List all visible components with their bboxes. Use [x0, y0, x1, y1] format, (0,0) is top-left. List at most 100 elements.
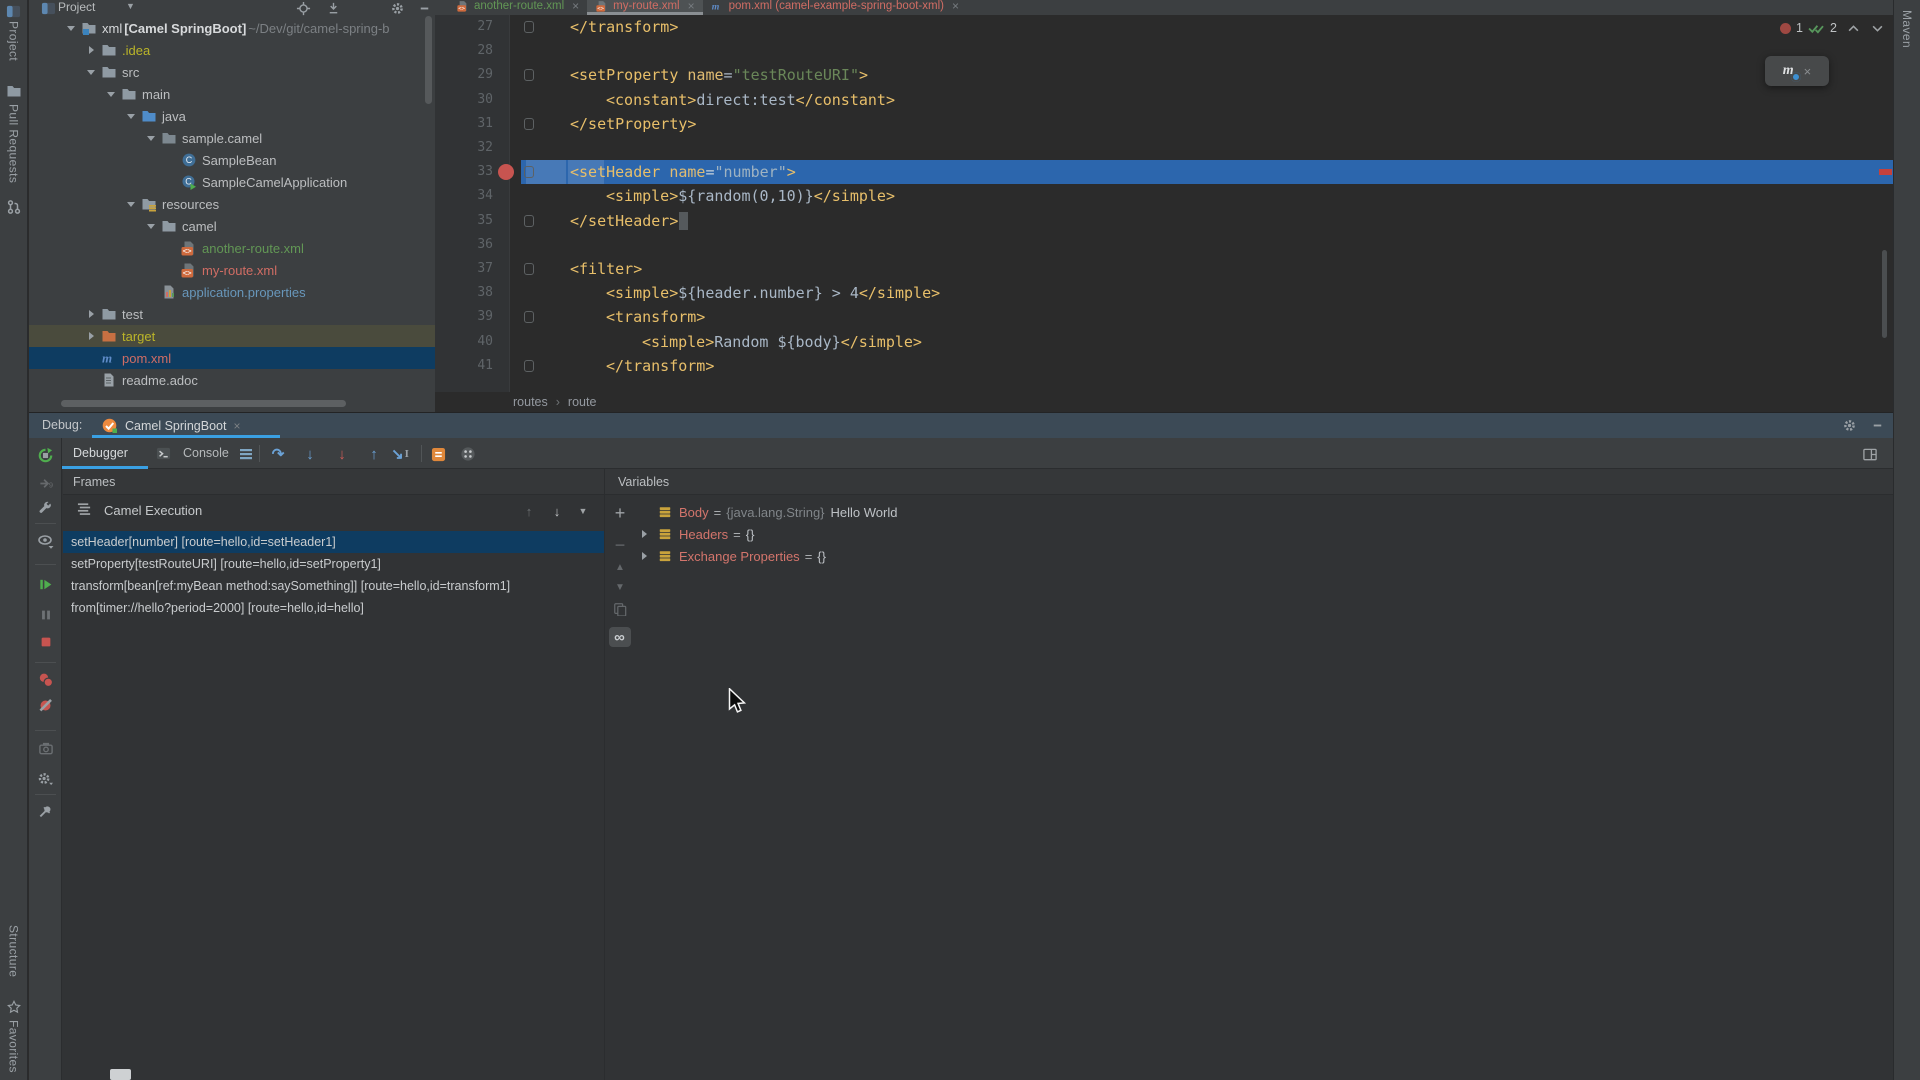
breadcrumb-parent[interactable]: routes	[435, 395, 548, 409]
folder-stripe-icon[interactable]	[5, 82, 23, 100]
chevron-right-icon[interactable]	[82, 332, 100, 340]
debugger-tool-tab[interactable]: Console	[155, 438, 229, 469]
tree-item[interactable]: sample.camel	[29, 127, 435, 149]
tree-item[interactable]: src	[29, 61, 435, 83]
chevron-down-icon[interactable]	[82, 66, 100, 79]
breadcrumb-child[interactable]: route	[568, 395, 597, 409]
editor-scrollbar-thumb[interactable]	[1882, 250, 1887, 338]
tree-item[interactable]: application.properties	[29, 281, 435, 303]
move-down-icon[interactable]: ↓	[548, 502, 566, 520]
hide-panel-icon[interactable]	[416, 0, 432, 16]
hide-panel-icon[interactable]	[1869, 417, 1885, 433]
inspection-widget[interactable]: 1 2	[1780, 21, 1883, 35]
tool-stripe-structure[interactable]: Structure	[7, 925, 21, 977]
favorites-icon[interactable]	[5, 998, 23, 1016]
fold-marker-icon[interactable]	[524, 263, 534, 275]
show-execution-point-icon[interactable]: 9	[36, 474, 55, 493]
camera-icon[interactable]	[36, 739, 55, 758]
move-up-icon[interactable]: ▲	[609, 557, 631, 577]
layout-settings-icon[interactable]	[1861, 445, 1879, 463]
code-area[interactable]: 27</transform>2829<setProperty name="tes…	[435, 0, 1893, 392]
fold-marker-icon[interactable]	[524, 360, 534, 372]
chevron-right-icon[interactable]	[82, 310, 100, 318]
add-icon[interactable]: +	[609, 503, 631, 523]
maven-reload-popup[interactable]: m ×	[1765, 56, 1829, 86]
frame-row[interactable]: from[timer://hello?period=2000] [route=h…	[63, 597, 604, 619]
fold-marker-icon[interactable]	[524, 215, 534, 227]
tree-item[interactable]: java	[29, 105, 435, 127]
gear-icon[interactable]	[1841, 417, 1857, 433]
restore-layout-icon[interactable]	[459, 445, 477, 463]
chevron-down-icon[interactable]: ▼	[126, 1, 135, 11]
fold-marker-icon[interactable]	[524, 69, 534, 81]
chevron-right-icon[interactable]	[82, 46, 100, 54]
pin-icon[interactable]	[36, 802, 55, 821]
project-window-icon[interactable]	[5, 2, 23, 20]
rerun-icon[interactable]	[36, 446, 55, 465]
variable-row[interactable]: Headers={}	[604, 523, 1893, 545]
pause-icon[interactable]	[36, 605, 55, 624]
step-into-icon[interactable]: ↓	[301, 445, 319, 463]
tree-item[interactable]: mpom.xml	[29, 347, 435, 369]
chevron-down-icon[interactable]	[102, 88, 120, 101]
gear-icon[interactable]	[389, 0, 405, 16]
fold-marker-icon[interactable]	[524, 311, 534, 323]
chevron-right-icon[interactable]	[640, 552, 652, 560]
chevron-down-icon[interactable]	[122, 198, 140, 211]
fold-marker-icon[interactable]	[524, 118, 534, 130]
remove-icon[interactable]: −	[609, 535, 631, 555]
tree-item[interactable]: >resources	[29, 193, 435, 215]
step-out-icon[interactable]: ↑	[365, 445, 383, 463]
tree-item[interactable]: xml [Camel SpringBoot] ~/Dev/git/camel-s…	[29, 17, 435, 39]
threads-icon[interactable]	[237, 445, 255, 463]
thread-selector[interactable]: Camel Execution ↑ ↓ ▼	[63, 495, 604, 527]
horizontal-scrollbar[interactable]	[61, 400, 346, 407]
gear-dd-icon[interactable]	[36, 769, 55, 788]
tool-stripe-maven[interactable]: Maven	[1900, 10, 1914, 48]
evaluate-expression-icon[interactable]	[429, 445, 447, 463]
chevron-right-icon[interactable]	[640, 530, 652, 538]
tree-item[interactable]: main	[29, 83, 435, 105]
run-to-cursor-icon[interactable]: ↘I	[391, 445, 409, 463]
chevron-down-icon[interactable]	[62, 22, 80, 35]
maven-reload-icon[interactable]: m	[1783, 63, 1794, 79]
close-icon[interactable]: ×	[233, 419, 240, 433]
tree-item[interactable]: camel	[29, 215, 435, 237]
tool-stripe-favorites[interactable]: Favorites	[7, 1020, 21, 1073]
thread-selector-label[interactable]: Camel Execution	[104, 495, 202, 527]
step-over-icon[interactable]: ↷	[269, 445, 287, 463]
tool-stripe-project[interactable]: Project	[7, 21, 21, 61]
move-down-icon[interactable]: ▼	[609, 577, 631, 597]
tree-item[interactable]: .idea	[29, 39, 435, 61]
locate-file-icon[interactable]	[295, 0, 311, 16]
tool-stripe-pull-requests[interactable]: Pull Requests	[7, 104, 21, 183]
stop-icon[interactable]	[36, 632, 55, 651]
chevron-down-icon[interactable]	[1872, 25, 1883, 32]
chevron-down-icon[interactable]	[122, 110, 140, 123]
copy-stack-icon[interactable]	[609, 599, 631, 619]
vertical-scrollbar[interactable]	[425, 16, 432, 104]
force-step-into-icon[interactable]: ↓	[333, 445, 351, 463]
view-breakpoints-icon[interactable]	[36, 670, 55, 689]
fold-marker-icon[interactable]	[524, 21, 534, 33]
close-icon[interactable]: ×	[1804, 64, 1812, 79]
tree-item[interactable]: <>another-route.xml	[29, 237, 435, 259]
chevron-down-icon[interactable]	[142, 220, 160, 233]
pull-request-icon[interactable]	[5, 198, 23, 216]
dropdown-icon[interactable]: ▼	[574, 502, 592, 520]
mute-breakpoints-icon[interactable]	[36, 695, 55, 714]
watch-eye-icon[interactable]	[36, 531, 55, 550]
chevron-down-icon[interactable]	[142, 132, 160, 145]
variable-row[interactable]: Exchange Properties={}	[604, 545, 1893, 567]
breakpoint-icon[interactable]	[498, 164, 514, 180]
tree-item[interactable]: readme.adoc	[29, 369, 435, 391]
resume-icon[interactable]	[36, 575, 55, 594]
move-up-icon[interactable]: ↑	[520, 502, 538, 520]
camel-exchange-icon[interactable]: ∞	[609, 627, 631, 647]
wrench-icon[interactable]	[36, 499, 55, 518]
tree-item[interactable]: test	[29, 303, 435, 325]
debugger-tool-tab[interactable]: Debugger	[73, 438, 128, 469]
tree-item[interactable]: CSampleCamelApplication	[29, 171, 435, 193]
frame-row[interactable]: setProperty[testRouteURI] [route=hello,i…	[63, 553, 604, 575]
collapse-all-icon[interactable]	[325, 0, 341, 16]
